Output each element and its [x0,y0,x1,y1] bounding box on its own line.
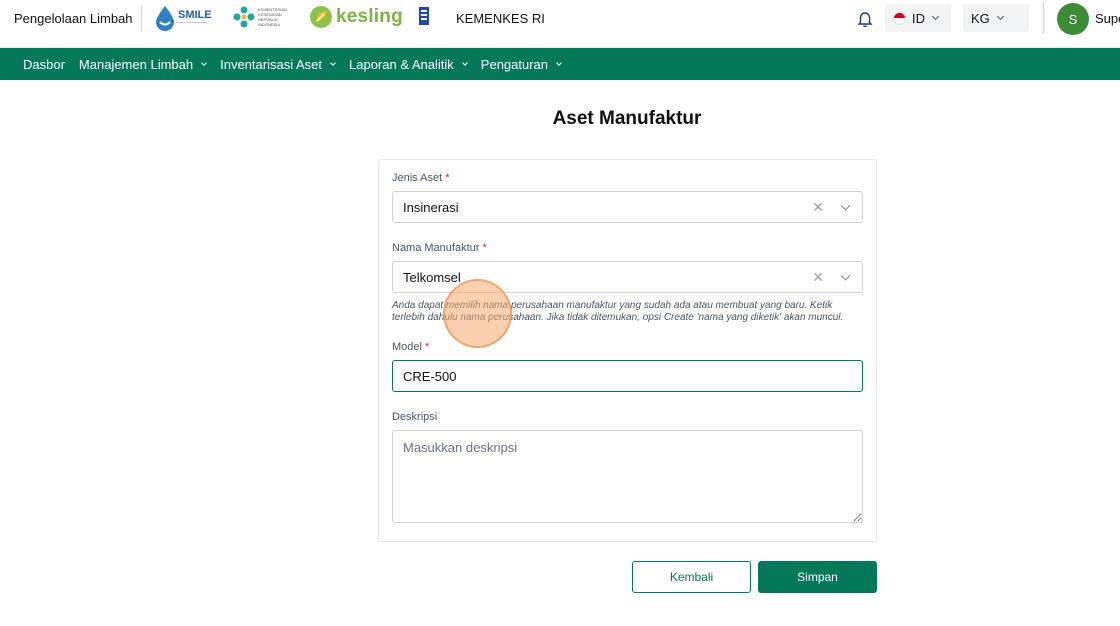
nav-item-manajemen-limbah[interactable]: Manajemen Limbah [79,57,207,72]
smile-drop-icon [156,6,174,31]
indonesia-flag-icon [893,11,906,25]
kesling-logo: kesling [309,5,403,29]
required-mark: * [425,341,430,353]
chevron-down-icon[interactable] [840,200,851,211]
nav-item-pengaturan[interactable]: Pengaturan [481,57,562,72]
language-value: ID [912,10,925,26]
asset-form-card: Jenis Aset * Insinerasi ✕ Nama Manufaktu… [378,159,877,542]
main-navigation: Dasbor Manajemen Limbah Inventarisasi As… [0,48,1120,80]
chevron-down-icon [996,12,1004,21]
nama-manufaktur-value: Telkomsel [403,270,461,285]
nama-manufaktur-label: Nama Manufaktur * [392,242,487,254]
unit-value: KG [971,10,990,26]
nav-item-laporan-analitik[interactable]: Laporan & Analitik [349,57,468,72]
chevron-down-icon [330,59,336,66]
app-title: Pengelolaan Limbah [14,11,133,26]
nav-item-dasbor[interactable]: Dasbor [23,57,65,72]
emblem-icon [419,7,429,25]
language-selector[interactable]: ID [885,4,951,32]
kesling-leaf-icon [310,6,332,28]
header-divider [141,6,142,32]
government-emblem [419,7,429,25]
required-mark: * [445,172,450,184]
chevron-down-icon [201,59,207,66]
back-button[interactable]: Kembali [632,561,751,593]
chevron-down-icon [461,59,468,66]
bell-icon [857,12,873,28]
model-label: Model * [392,341,430,353]
jenis-aset-label: Jenis Aset * [392,172,450,184]
nav-item-inventarisasi-aset[interactable]: Inventarisasi Aset [220,57,336,72]
jenis-aset-select[interactable]: Insinerasi ✕ [392,191,863,223]
header-divider [1043,2,1044,34]
save-button[interactable]: Simpan [758,561,877,593]
deskripsi-label: Deskripsi [392,411,438,423]
close-icon[interactable]: ✕ [812,199,824,216]
kemenkes-emblem-icon [233,6,255,28]
model-input[interactable] [392,360,863,392]
smile-logo: SMILE —————— [154,5,212,31]
top-header: Pengelolaan Limbah SMILE —————— KEMENTER… [0,0,1120,48]
chevron-down-icon[interactable] [840,270,851,281]
click-indicator [443,279,512,348]
required-mark: * [482,242,487,254]
avatar[interactable]: S [1057,3,1089,35]
chevron-down-icon [556,59,562,66]
kemenkes-logo: KEMENTERIAN KESEHATAN REPUBLIK INDONESIA [232,5,292,29]
notification-button[interactable] [856,11,874,34]
unit-selector[interactable]: KG [963,4,1029,32]
page-title: Aset Manufaktur [552,108,702,129]
close-icon[interactable]: ✕ [812,269,824,286]
user-name[interactable]: Supe [1095,11,1120,26]
chevron-down-icon [931,12,940,21]
deskripsi-textarea[interactable] [392,430,863,523]
organization-name: KEMENKES RI [456,11,545,26]
jenis-aset-value: Insinerasi [403,200,459,215]
